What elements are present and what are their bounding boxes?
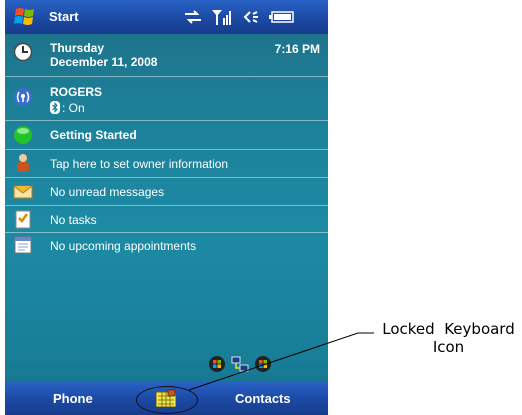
callout-label: Locked Keyboard Icon xyxy=(375,320,522,356)
callout-line-2: Icon xyxy=(432,338,465,356)
callout-line-1: Locked Keyboard xyxy=(382,320,515,338)
